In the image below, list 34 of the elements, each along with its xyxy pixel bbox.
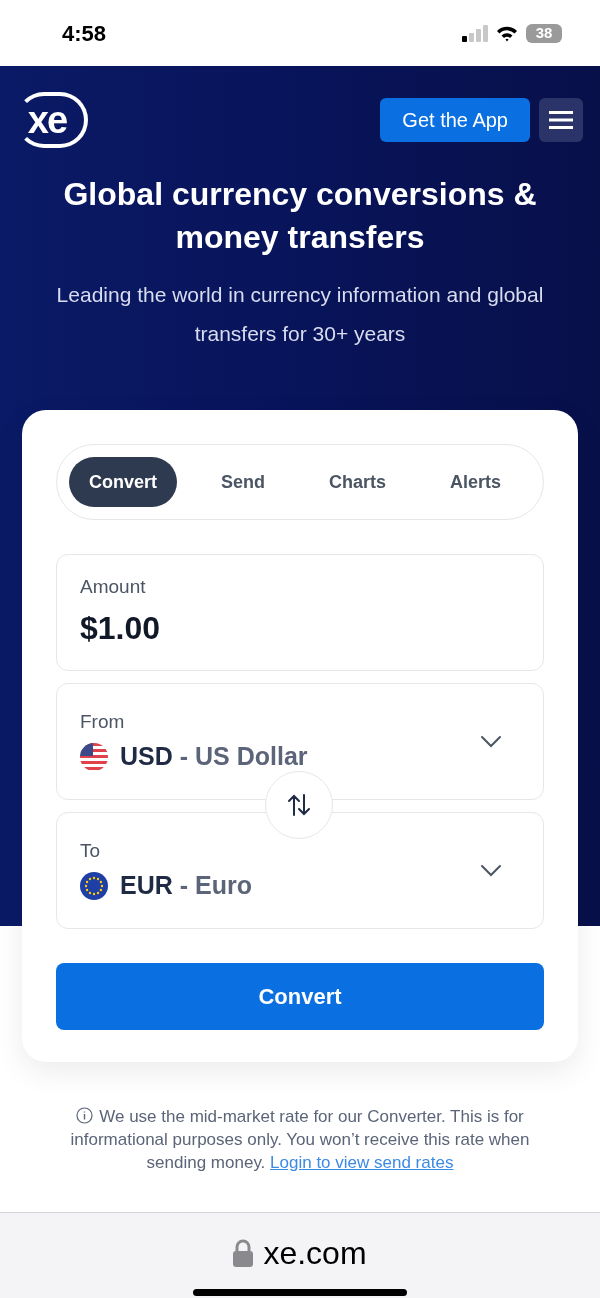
signal-icon <box>462 24 488 42</box>
field-label: From <box>80 709 125 734</box>
tab[interactable]: Charts <box>308 457 406 507</box>
lock-icon <box>233 1239 254 1267</box>
info-icon <box>76 1107 94 1124</box>
status-time: 4:58 <box>62 19 107 48</box>
menu-icon <box>549 111 573 129</box>
field-label: Amount <box>80 575 146 600</box>
hero-subtitle: Leading the world in currency information and global transfers for 30+ years <box>55 282 545 347</box>
swap-icon <box>287 793 311 817</box>
disclaimer-text: We use the mid-market rate for our Converter. This is for informational purposes only. You won’t receive this rate when sending money. Login to view send rates <box>69 1106 531 1174</box>
us-flag-icon <box>80 742 108 771</box>
login-link[interactable]: Login to view send rates <box>270 1153 454 1172</box>
currency-value: EUR - Euro <box>120 870 252 901</box>
currency-select[interactable]: From USD - US Dollar <box>56 683 544 800</box>
address-bar[interactable]: xe.com <box>233 1229 367 1277</box>
tab[interactable]: Alerts <box>429 457 521 507</box>
url-text: xe.com <box>263 1234 367 1273</box>
chevron-down-icon[interactable] <box>480 734 502 749</box>
field-label: To <box>80 838 101 863</box>
menu-button[interactable] <box>539 98 583 142</box>
chevron-down-icon[interactable] <box>480 863 502 878</box>
eu-flag-icon <box>80 871 108 900</box>
hero-title: Global currency conversions & money transfers <box>62 175 538 257</box>
currency-select[interactable]: To EUR - Euro <box>56 812 544 929</box>
battery-indicator: 38 <box>526 23 562 43</box>
wifi-icon <box>496 24 518 42</box>
tab[interactable]: Convert <box>69 457 177 507</box>
tab[interactable]: Send <box>201 457 285 507</box>
amount-value: $1.00 <box>80 608 161 648</box>
amount-field[interactable]: Amount $1.00 <box>56 554 544 671</box>
get-app-button[interactable]: Get the App <box>380 98 530 142</box>
convert-button[interactable]: Convert <box>56 963 544 1030</box>
currency-value: USD - US Dollar <box>120 741 308 772</box>
